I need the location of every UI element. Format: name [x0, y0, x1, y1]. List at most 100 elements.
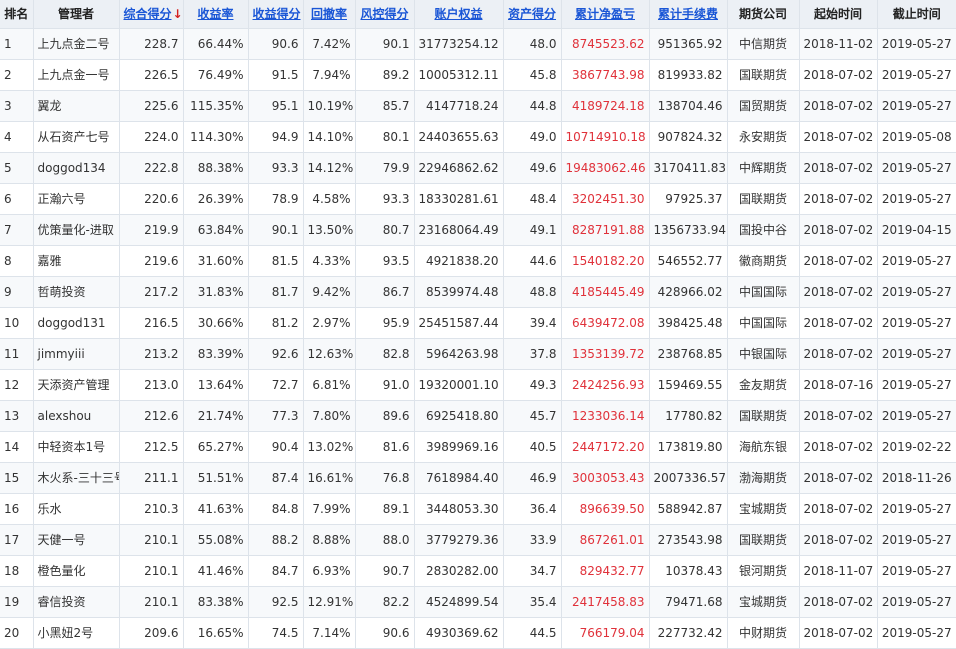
table-row[interactable]: 5 doggod134 222.8 88.38% 93.3 14.12% 79.9 22946… — [0, 152, 956, 184]
table-row[interactable]: 11 jimmyiii 213.2 83.39% 92.6 12.63% 82.8 59642… — [0, 338, 956, 370]
rank-cell: 11 — [0, 338, 34, 370]
manager-name[interactable]: 嘉雅 — [33, 245, 120, 277]
manager-name[interactable]: doggod134 — [33, 152, 120, 184]
fees-cell: 79471.68 — [649, 586, 728, 618]
end-date-cell: 2019-05-27 — [877, 400, 956, 432]
drawdown-cell: 4.33% — [303, 245, 356, 277]
return-cell: 21.74% — [183, 400, 249, 432]
manager-name[interactable]: 从石资产七号 — [33, 121, 120, 153]
header-asset-score-sort[interactable]: 资产得分 — [503, 0, 562, 29]
table-row[interactable]: 9 哲萌投资 217.2 31.83% 81.7 9.42% 86.7 8539974.48 4… — [0, 276, 956, 308]
start-date-cell: 2018-07-02 — [799, 276, 878, 308]
table-row[interactable]: 14 中轻资本1号 212.5 65.27% 90.4 13.02% 81.6 3989969… — [0, 431, 956, 463]
header-fees-sort[interactable]: 累计手续费 — [649, 0, 728, 29]
manager-name[interactable]: 天添资产管理 — [33, 369, 120, 401]
return-score-cell: 92.6 — [248, 338, 304, 370]
broker-cell: 中国国际 — [727, 307, 800, 339]
manager-name[interactable]: doggod131 — [33, 307, 120, 339]
header-score-sort[interactable]: 综合得分↓ — [119, 0, 184, 29]
risk-score-cell: 76.8 — [355, 462, 415, 494]
broker-cell: 永安期货 — [727, 121, 800, 153]
table-row[interactable]: 1 上九点金二号 228.7 66.44% 90.6 7.42% 90.1 31773254.… — [0, 28, 956, 60]
manager-name[interactable]: 木火系-三十三号 — [33, 462, 120, 494]
table-row[interactable]: 3 翼龙 225.6 115.35% 95.1 10.19% 85.7 4147718.24 4… — [0, 90, 956, 122]
manager-name[interactable]: 乐水 — [33, 493, 120, 525]
table-row[interactable]: 18 橙色量化 210.1 41.46% 84.7 6.93% 90.7 2830282.00… — [0, 555, 956, 587]
fees-cell: 273543.98 — [649, 524, 728, 556]
manager-name[interactable]: alexshou — [33, 400, 120, 432]
fees-cell: 17780.82 — [649, 400, 728, 432]
table-row[interactable]: 4 从石资产七号 224.0 114.30% 94.9 14.10% 80.1 2440365… — [0, 121, 956, 153]
table-row[interactable]: 16 乐水 210.3 41.63% 84.8 7.99% 89.1 3448053.30 36… — [0, 493, 956, 525]
manager-name[interactable]: 天健一号 — [33, 524, 120, 556]
equity-cell: 2830282.00 — [414, 555, 504, 587]
end-date-cell: 2019-05-27 — [877, 524, 956, 556]
table-row[interactable]: 20 小黑妞2号 209.6 16.65% 74.5 7.14% 90.6 4930369.6… — [0, 617, 956, 649]
broker-cell: 中银国际 — [727, 338, 800, 370]
equity-cell: 8539974.48 — [414, 276, 504, 308]
drawdown-cell: 7.14% — [303, 617, 356, 649]
table-row[interactable]: 10 doggod131 216.5 30.66% 81.2 2.97% 95.9 25451… — [0, 307, 956, 339]
return-cell: 16.65% — [183, 617, 249, 649]
header-return-sort[interactable]: 收益率 — [183, 0, 249, 29]
drawdown-cell: 7.99% — [303, 493, 356, 525]
header-rank: 排名 — [0, 0, 34, 29]
header-manager: 管理者 — [33, 0, 120, 29]
fees-cell: 159469.55 — [649, 369, 728, 401]
table-row[interactable]: 8 嘉雅 219.6 31.60% 81.5 4.33% 93.5 4921838.20 44.… — [0, 245, 956, 277]
equity-cell: 25451587.44 — [414, 307, 504, 339]
manager-name[interactable]: 橙色量化 — [33, 555, 120, 587]
net-profit-cell: 8287191.88 — [561, 214, 650, 246]
header-broker: 期货公司 — [727, 0, 800, 29]
manager-name[interactable]: jimmyiii — [33, 338, 120, 370]
table-row[interactable]: 13 alexshou 212.6 21.74% 77.3 7.80% 89.6 692541… — [0, 400, 956, 432]
asset-score-cell: 44.5 — [503, 617, 562, 649]
manager-name[interactable]: 睿信投资 — [33, 586, 120, 618]
table-row[interactable]: 15 木火系-三十三号 211.1 51.51% 87.4 16.61% 76.8 76189… — [0, 462, 956, 494]
manager-name[interactable]: 正瀚六号 — [33, 183, 120, 215]
header-net-profit-sort[interactable]: 累计净盈亏 — [561, 0, 650, 29]
end-date-cell: 2019-05-27 — [877, 369, 956, 401]
manager-name[interactable]: 中轻资本1号 — [33, 431, 120, 463]
manager-name[interactable]: 小黑妞2号 — [33, 617, 120, 649]
net-profit-cell: 10714910.18 — [561, 121, 650, 153]
rank-cell: 16 — [0, 493, 34, 525]
fees-cell: 10378.43 — [649, 555, 728, 587]
return-cell: 41.46% — [183, 555, 249, 587]
end-date-cell: 2019-05-27 — [877, 307, 956, 339]
table-row[interactable]: 12 天添资产管理 213.0 13.64% 72.7 6.81% 91.0 19320001… — [0, 369, 956, 401]
return-score-cell: 91.5 — [248, 59, 304, 91]
table-body: 1 上九点金二号 228.7 66.44% 90.6 7.42% 90.1 31773254.… — [0, 28, 956, 649]
header-return-score-sort[interactable]: 收益得分 — [248, 0, 304, 29]
rank-cell: 18 — [0, 555, 34, 587]
header-drawdown-sort[interactable]: 回撤率 — [303, 0, 356, 29]
score-cell: 217.2 — [119, 276, 184, 308]
score-cell: 213.0 — [119, 369, 184, 401]
table-row[interactable]: 17 天健一号 210.1 55.08% 88.2 8.88% 88.0 3779279.36… — [0, 524, 956, 556]
drawdown-cell: 14.12% — [303, 152, 356, 184]
manager-name[interactable]: 上九点金二号 — [33, 28, 120, 60]
ranking-table: 排名 管理者 综合得分↓ 收益率 收益得分 回撤率 风控得分 账户权益 资产得分… — [0, 0, 956, 649]
table-row[interactable]: 2 上九点金一号 226.5 76.49% 91.5 7.94% 89.2 10005312.… — [0, 59, 956, 91]
manager-name[interactable]: 优策量化-进取 — [33, 214, 120, 246]
asset-score-cell: 34.7 — [503, 555, 562, 587]
table-row[interactable]: 6 正瀚六号 220.6 26.39% 78.9 4.58% 93.3 18330281.61… — [0, 183, 956, 215]
manager-name[interactable]: 哲萌投资 — [33, 276, 120, 308]
asset-score-cell: 36.4 — [503, 493, 562, 525]
manager-name[interactable]: 翼龙 — [33, 90, 120, 122]
manager-name[interactable]: 上九点金一号 — [33, 59, 120, 91]
table-row[interactable]: 19 睿信投资 210.1 83.38% 92.5 12.91% 82.2 4524899.5… — [0, 586, 956, 618]
end-date-cell: 2019-05-27 — [877, 245, 956, 277]
header-equity-sort[interactable]: 账户权益 — [414, 0, 504, 29]
score-cell: 219.9 — [119, 214, 184, 246]
equity-cell: 3779279.36 — [414, 524, 504, 556]
rank-cell: 19 — [0, 586, 34, 618]
score-cell: 212.6 — [119, 400, 184, 432]
net-profit-cell: 1353139.72 — [561, 338, 650, 370]
header-risk-score-sort[interactable]: 风控得分 — [355, 0, 415, 29]
table-row[interactable]: 7 优策量化-进取 219.9 63.84% 90.1 13.50% 80.7 2316806… — [0, 214, 956, 246]
rank-cell: 15 — [0, 462, 34, 494]
return-cell: 83.38% — [183, 586, 249, 618]
fees-cell: 951365.92 — [649, 28, 728, 60]
risk-score-cell: 81.6 — [355, 431, 415, 463]
